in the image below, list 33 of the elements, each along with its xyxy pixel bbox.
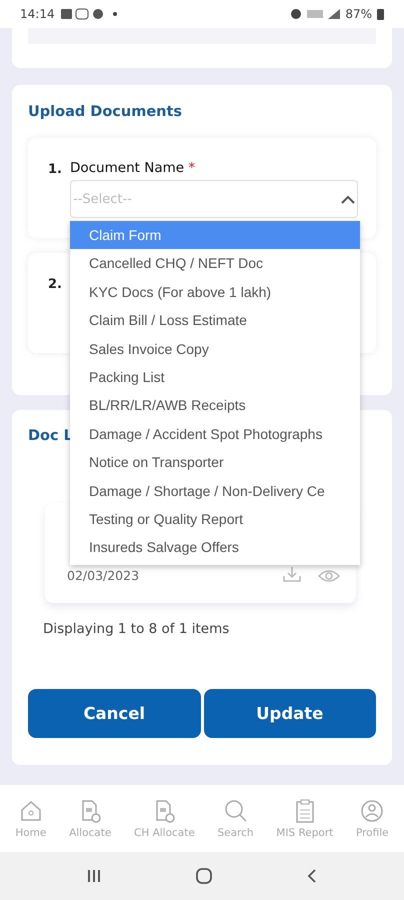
home-button-icon[interactable] [194, 867, 213, 885]
update-button[interactable]: Update [204, 689, 376, 738]
status-time: 14:14 [20, 7, 55, 21]
field-label: Document Name * [70, 160, 196, 176]
recent-apps-icon[interactable] [86, 868, 102, 884]
chevron-icon [341, 194, 355, 204]
pagination-text: Displaying 1 to 8 of 1 items [43, 621, 230, 637]
dropdown-option[interactable]: Claim Bill / Loss Estimate [70, 306, 360, 335]
dropdown-option[interactable]: Damage / Accident Spot Photographs [70, 420, 360, 448]
network-icon [307, 8, 324, 20]
document-date: 02/03/2023 [67, 568, 140, 583]
dropdown-option[interactable]: Damage / Shortage / Non-Delivery Ce [70, 476, 360, 505]
dropdown-option[interactable]: Sales Invoice Copy [70, 334, 360, 363]
item-number: 2. [48, 276, 62, 294]
dropdown-option[interactable]: KYC Docs (For above 1 lakh) [70, 278, 360, 306]
cancel-button[interactable]: Cancel [28, 689, 200, 738]
signal-icon [328, 8, 340, 20]
section-title: Upload Documents [28, 104, 182, 120]
dropdown-option[interactable]: BL/RR/LR/AWB Receipts [70, 391, 360, 420]
dot-icon [112, 12, 117, 16]
dropdown-option[interactable]: Notice on Transporter [70, 448, 360, 477]
dropdown-option[interactable]: Testing or Quality Report [70, 504, 360, 534]
notification-icons [60, 8, 104, 20]
back-icon[interactable] [306, 868, 318, 884]
dropdown-option[interactable]: Packing List [70, 362, 360, 392]
profile-icon [359, 798, 386, 824]
battery-icon [377, 8, 384, 20]
dropdown-option[interactable]: Cancelled CHQ / NEFT Doc [70, 249, 360, 278]
battery-level: 87% [345, 7, 372, 21]
alarm-icon [290, 8, 302, 20]
search-icon [222, 798, 249, 824]
item-number: 1. [48, 161, 62, 179]
dropdown-option[interactable]: Insureds Salvage Offers [70, 533, 360, 562]
